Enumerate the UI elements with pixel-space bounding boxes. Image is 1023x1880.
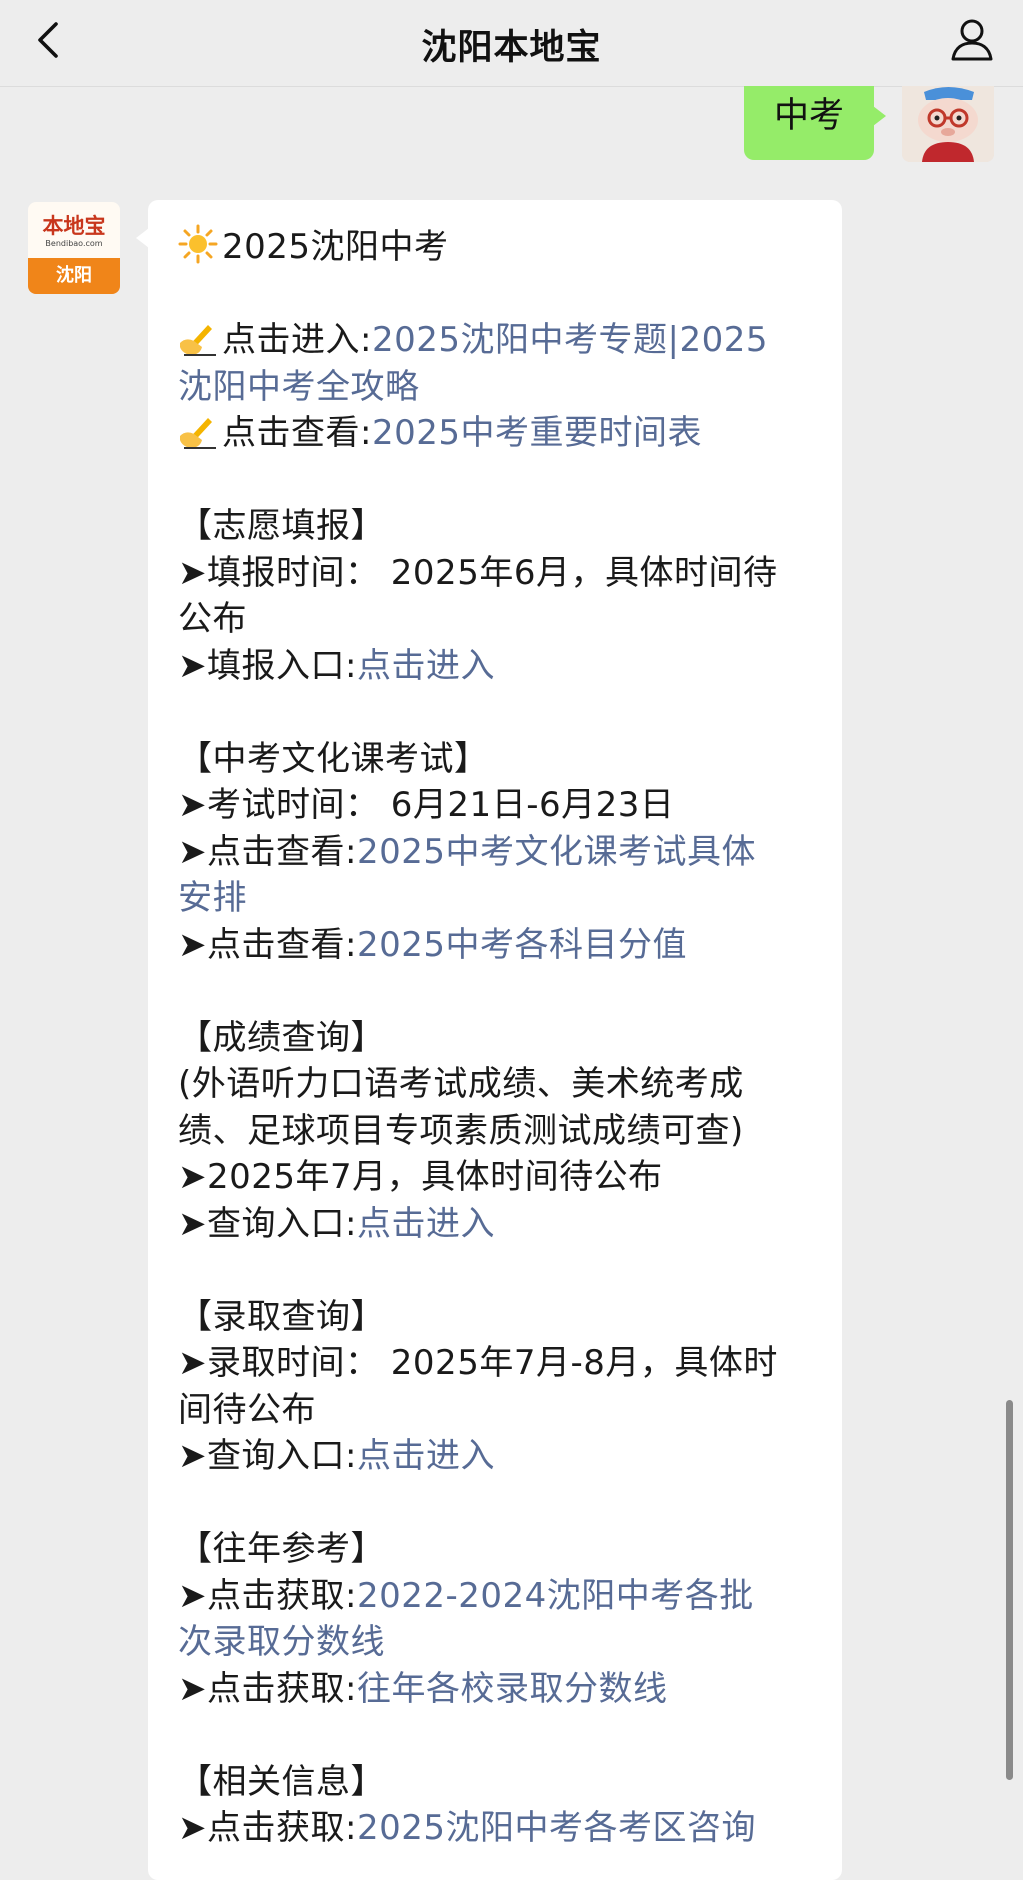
page-title: 沈阳本地宝 (421, 28, 602, 68)
text-line: 绩、足球项目专项素质测试成绩可查) (178, 1110, 744, 1151)
text-line: ➤填报时间： 2025年6月，具体时间待 (178, 552, 778, 593)
top-nav-bar: 沈阳本地宝 (0, 0, 1023, 87)
text-line: ➤2025年7月，具体时间待公布 (178, 1157, 663, 1197)
text-line: 公布 (178, 599, 247, 639)
link-line: ➤点击查看:2025中考文化课考试具体 (178, 829, 828, 876)
view-prefix: 点击查看: (222, 413, 372, 453)
scrollbar-thumb[interactable] (1006, 1400, 1013, 1780)
entry-prefix: 点击进入: (222, 320, 372, 360)
link-line: ➤点击获取:2025沈阳中考各考区咨询 (178, 1805, 828, 1852)
profile-button[interactable] (949, 16, 995, 62)
school-score-link[interactable]: 往年各校录取分数线 (357, 1669, 668, 1709)
batch-score-link[interactable]: 2022-2024沈阳中考各批 (357, 1576, 754, 1616)
view-line: 点击查看:2025中考重要时间表 (178, 410, 828, 457)
entry-line: 点击进入:2025沈阳中考专题|2025 (178, 317, 828, 364)
article-content: 2025沈阳中考 点击进入:2025沈阳中考专题|2025 沈阳中考全攻略 点击… (178, 224, 828, 1852)
link-line-cont: 次录取分数线 (178, 1619, 828, 1666)
text-line: ➤录取时间： 2025年7月-8月，具体时 (178, 1343, 778, 1383)
admission-query-link[interactable]: 点击进入 (357, 1436, 495, 1476)
section-heading: 【志愿填报】 (178, 506, 385, 546)
link-line: ➤查询入口:点击进入 (178, 1201, 828, 1248)
subject-score-link[interactable]: 2025中考各科目分值 (357, 925, 687, 965)
link-prefix: ➤点击获取: (178, 1575, 357, 1616)
link-line-cont: 安排 (178, 875, 828, 922)
bubble-tail (873, 106, 886, 126)
bubble-tail (136, 228, 149, 248)
text-line: (外语听力口语考试成绩、美术统考成 (178, 1064, 744, 1104)
score-query-link[interactable]: 点击进入 (357, 1204, 495, 1244)
section-heading: 【成绩查询】 (178, 1017, 385, 1058)
exam-arrangement-link[interactable]: 2025中考文化课考试具体 (357, 832, 756, 872)
district-consult-link[interactable]: 2025沈阳中考各考区咨询 (357, 1808, 756, 1848)
person-icon (951, 19, 993, 61)
batch-score-link[interactable]: 次录取分数线 (178, 1622, 385, 1662)
exam-arrangement-link[interactable]: 安排 (178, 878, 247, 918)
article-title: 2025沈阳中考 (222, 227, 449, 267)
link-line: ➤点击获取:往年各校录取分数线 (178, 1666, 828, 1713)
logo-city: 沈阳 (28, 258, 120, 294)
writing-hand-icon (180, 325, 216, 356)
guide-link[interactable]: 沈阳中考全攻略 (178, 367, 420, 407)
link-line: ➤填报入口:点击进入 (178, 643, 828, 690)
section-heading: 【相关信息】 (178, 1761, 385, 1802)
link-prefix: ➤点击查看: (178, 924, 357, 965)
section-heading: 【中考文化课考试】 (178, 738, 489, 779)
writing-hand-icon (180, 418, 216, 449)
user-message-bubble[interactable]: 中考 (744, 86, 886, 160)
logo-domain: Bendibao.com (45, 239, 103, 248)
logo-text: 本地宝 (42, 213, 106, 238)
cartoon-avatar-icon (902, 86, 994, 162)
link-prefix: ➤查询入口: (178, 1436, 357, 1476)
text-line: 间待公布 (178, 1389, 316, 1430)
user-avatar[interactable] (902, 86, 994, 162)
bot-message-card: 2025沈阳中考 点击进入:2025沈阳中考专题|2025 沈阳中考全攻略 点击… (136, 200, 842, 1880)
link-prefix: ➤点击获取: (178, 1668, 357, 1709)
schedule-link[interactable]: 2025中考重要时间表 (372, 413, 702, 453)
link-prefix: ➤点击获取: (178, 1808, 357, 1848)
logo-top: 本地宝 Bendibao.com (28, 202, 120, 258)
user-message-text: 中考 (773, 96, 844, 136)
link-prefix: ➤点击查看: (178, 831, 357, 872)
bendibao-avatar[interactable]: 本地宝 Bendibao.com 沈阳 (28, 202, 120, 294)
link-line: ➤点击获取:2022-2024沈阳中考各批 (178, 1573, 828, 1620)
link-prefix: ➤填报入口: (178, 645, 357, 686)
entry-line-cont: 沈阳中考全攻略 (178, 364, 828, 411)
section-heading: 【往年参考】 (178, 1529, 385, 1569)
section-heading: 【录取查询】 (178, 1296, 385, 1337)
link-line: ➤查询入口:点击进入 (178, 1433, 828, 1480)
link-prefix: ➤查询入口: (178, 1203, 357, 1244)
link-line: ➤点击查看:2025中考各科目分值 (178, 922, 828, 969)
topic-link[interactable]: 2025沈阳中考专题|2025 (372, 320, 768, 360)
sun-icon (178, 224, 218, 264)
article-title-line: 2025沈阳中考 (178, 224, 828, 271)
text-line: ➤考试时间： 6月21日-6月23日 (178, 785, 675, 825)
volunteer-entry-link[interactable]: 点击进入 (357, 646, 495, 686)
